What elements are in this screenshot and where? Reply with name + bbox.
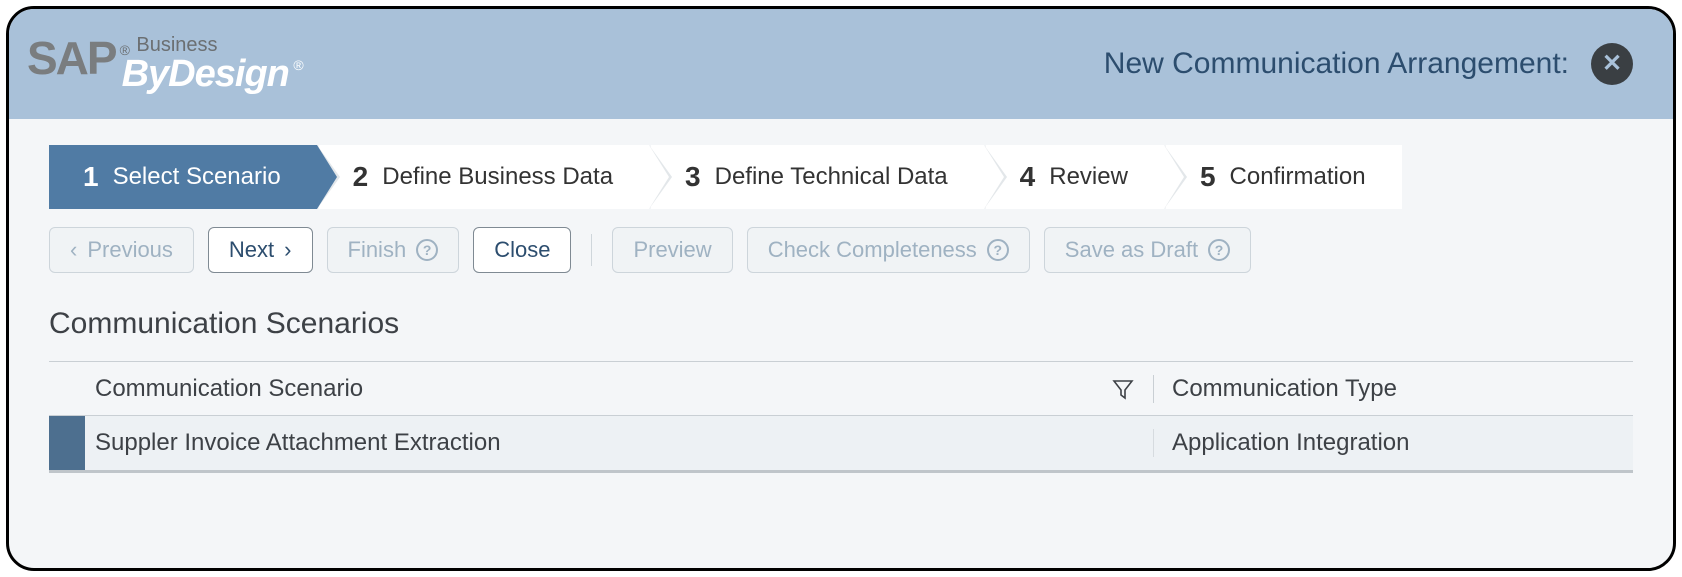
step-number: 1 — [83, 161, 99, 193]
step-label: Define Technical Data — [715, 163, 948, 191]
step-label: Confirmation — [1230, 163, 1366, 191]
check-completeness-button[interactable]: Check Completeness ? — [747, 227, 1030, 273]
button-label: Finish — [348, 237, 407, 263]
wizard-steps: 1 Select Scenario 2 Define Business Data… — [49, 145, 1633, 209]
close-dialog-button[interactable]: ✕ — [1591, 43, 1633, 85]
button-label: Close — [494, 237, 550, 263]
preview-button[interactable]: Preview — [612, 227, 732, 273]
cell-text: Application Integration — [1172, 429, 1410, 456]
step-number: 5 — [1200, 161, 1216, 193]
wizard-step-1[interactable]: 1 Select Scenario — [49, 145, 317, 209]
header-label: Communication Scenario — [95, 375, 363, 403]
help-icon: ? — [1208, 239, 1230, 261]
table-row[interactable]: Suppler Invoice Attachment Extraction Ap… — [49, 416, 1633, 470]
chevron-right-icon: › — [284, 239, 291, 261]
col-type-header: Communication Type — [1153, 375, 1633, 403]
dialog-header: SAP ® Business ByDesign ® New Communicat… — [9, 9, 1673, 119]
step-label: Select Scenario — [113, 163, 281, 191]
step-number: 2 — [353, 161, 369, 193]
section-title: Communication Scenarios — [49, 307, 1633, 341]
registered-mark: ® — [120, 42, 130, 58]
row-type-cell: Application Integration — [1153, 429, 1633, 457]
save-as-draft-button[interactable]: Save as Draft ? — [1044, 227, 1251, 273]
dialog-window: SAP ® Business ByDesign ® New Communicat… — [6, 6, 1676, 571]
step-label: Define Business Data — [382, 163, 613, 191]
scenarios-table: Communication Scenario Communication Typ… — [49, 361, 1633, 473]
finish-button[interactable]: Finish ? — [327, 227, 460, 273]
header-label: Communication Type — [1172, 375, 1397, 402]
cell-text: Suppler Invoice Attachment Extraction — [95, 429, 501, 457]
close-button[interactable]: Close — [473, 227, 571, 273]
step-number: 4 — [1020, 161, 1036, 193]
wizard-step-5[interactable]: 5 Confirmation — [1166, 145, 1402, 209]
step-number: 3 — [685, 161, 701, 193]
button-label: Save as Draft — [1065, 237, 1198, 263]
wizard-step-4[interactable]: 4 Review — [986, 145, 1164, 209]
logo-subtext: ® Business ByDesign ® — [122, 35, 304, 93]
toolbar: ‹ Previous Next › Finish ? Close Preview… — [49, 227, 1633, 273]
wizard-step-2[interactable]: 2 Define Business Data — [319, 145, 649, 209]
wizard-step-3[interactable]: 3 Define Technical Data — [651, 145, 984, 209]
help-icon: ? — [987, 239, 1009, 261]
button-label: Previous — [87, 237, 173, 263]
button-label: Preview — [633, 237, 711, 263]
row-scenario-cell: Suppler Invoice Attachment Extraction — [85, 429, 1153, 457]
sap-logo-text: SAP — [27, 35, 116, 81]
chevron-left-icon: ‹ — [70, 239, 77, 261]
button-label: Check Completeness — [768, 237, 977, 263]
step-label: Review — [1049, 163, 1128, 191]
trademark-mark: ® — [293, 57, 303, 73]
separator — [591, 234, 592, 266]
help-icon: ? — [416, 239, 438, 261]
row-selected-indicator — [49, 416, 85, 470]
dialog-content: 1 Select Scenario 2 Define Business Data… — [9, 119, 1673, 473]
col-scenario-header: Communication Scenario — [85, 375, 1153, 403]
sap-logo-block: SAP ® Business ByDesign ® — [27, 35, 304, 93]
close-icon: ✕ — [1602, 52, 1622, 76]
page-title: New Communication Arrangement: — [1104, 47, 1569, 81]
filter-icon[interactable] — [1111, 377, 1135, 401]
header-right: New Communication Arrangement: ✕ — [1104, 43, 1633, 85]
bydesign-text: ByDesign — [122, 53, 289, 95]
button-label: Next — [229, 237, 274, 263]
previous-button[interactable]: ‹ Previous — [49, 227, 194, 273]
next-button[interactable]: Next › — [208, 227, 313, 273]
table-header-row: Communication Scenario Communication Typ… — [49, 362, 1633, 416]
